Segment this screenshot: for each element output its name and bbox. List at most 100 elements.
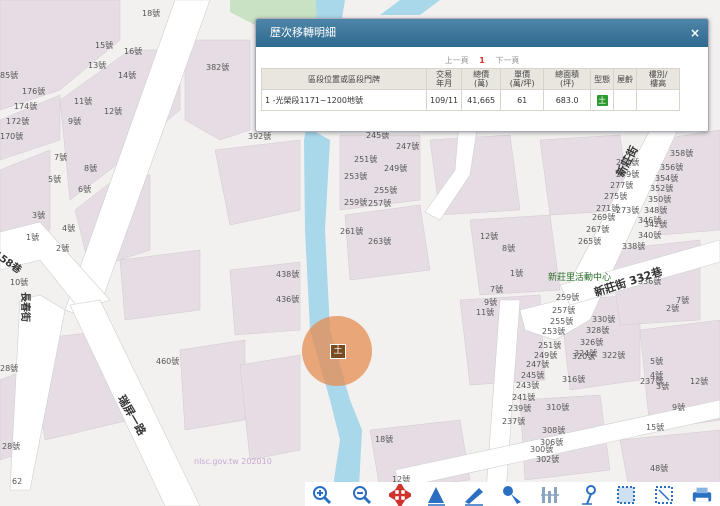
prev-page-link[interactable]: 上一頁 <box>445 56 469 65</box>
address-label: 15號 <box>646 423 665 432</box>
address-label: 436號 <box>276 295 300 304</box>
address-label: 239號 <box>508 404 532 413</box>
address-label: 460號 <box>156 357 180 366</box>
address-label: 358號 <box>670 149 694 158</box>
street-view-icon[interactable] <box>539 484 561 506</box>
address-label: 259號 <box>344 198 368 207</box>
land-transaction-marker-icon[interactable]: 土 <box>330 344 346 359</box>
map-watermark: nlsc.gov.tw 202010 <box>194 457 272 466</box>
address-label: 4號 <box>62 224 76 233</box>
table-header-row: 區段位置或區段門牌 交易 年月 總價 (萬) 單價 (萬/坪) 總面積 (坪) … <box>261 68 681 90</box>
address-label: 281號 <box>616 158 640 167</box>
address-label: 253號 <box>542 327 566 336</box>
col-date: 交易 年月 <box>425 68 463 90</box>
address-label: 241號 <box>512 393 536 402</box>
address-label: 308號 <box>542 426 566 435</box>
address-label: 316號 <box>562 375 586 384</box>
address-label: 18號 <box>142 9 161 18</box>
measure-area-icon[interactable] <box>425 484 447 506</box>
address-label: 174號 <box>14 102 38 111</box>
address-label: 237號 <box>640 377 664 386</box>
address-label: 302號 <box>536 455 560 464</box>
cell-total-price: 41,665 <box>461 89 502 111</box>
address-label: 6號 <box>78 185 92 194</box>
address-label: 243號 <box>516 381 540 390</box>
address-label: 249號 <box>534 351 558 360</box>
cell-type: 土 <box>590 89 615 111</box>
address-label: 257號 <box>552 306 576 315</box>
address-label: 176號 <box>22 87 46 96</box>
address-label: 300號 <box>530 445 554 454</box>
address-label: 253號 <box>344 172 368 181</box>
close-icon[interactable]: × <box>690 19 700 47</box>
popup-header: 歷次移轉明細 × <box>256 19 708 47</box>
address-label: 237號 <box>502 417 526 426</box>
address-label: 326號 <box>580 338 604 347</box>
cell-date: 109/11 <box>425 89 463 111</box>
identify-icon[interactable] <box>501 484 523 506</box>
address-label: 265號 <box>578 237 602 246</box>
address-label: 8號 <box>84 164 98 173</box>
address-label: 261號 <box>340 227 364 236</box>
address-label: 7號 <box>54 153 68 162</box>
road-label-changchun-st: 長春街 <box>19 292 30 322</box>
poi-label-community-center: 新莊里活動中心 <box>548 273 612 283</box>
pager: 上一頁 1 下一頁 <box>256 55 708 67</box>
address-label: 259號 <box>556 293 580 302</box>
select-box-icon[interactable] <box>615 484 637 506</box>
address-label: 18號 <box>375 435 394 444</box>
address-label: 267號 <box>586 225 610 234</box>
address-label: 348號 <box>644 206 668 215</box>
address-label: 392號 <box>248 132 272 141</box>
address-label: 342號 <box>644 220 668 229</box>
address-label: 11號 <box>74 97 93 106</box>
pan-icon[interactable] <box>389 484 411 506</box>
address-label: 85號 <box>0 71 19 80</box>
address-label: 12號 <box>104 107 123 116</box>
address-label: 338號 <box>622 242 646 251</box>
address-label: 9號 <box>484 298 498 307</box>
address-label: 277號 <box>610 181 634 190</box>
print-icon[interactable] <box>691 484 713 506</box>
col-unit-price: 單價 (萬/坪) <box>500 68 545 90</box>
map-toolbar <box>305 482 720 506</box>
address-label: 255號 <box>374 186 398 195</box>
transaction-table: 區段位置或區段門牌 交易 年月 總價 (萬) 單價 (萬/坪) 總面積 (坪) … <box>261 68 681 111</box>
locate-icon[interactable] <box>579 484 601 506</box>
address-label: 5號 <box>650 357 664 366</box>
zoom-out-icon[interactable] <box>351 484 373 506</box>
address-label: 251號 <box>538 341 562 350</box>
next-page-link[interactable]: 下一頁 <box>495 56 519 65</box>
address-label: 310號 <box>546 403 570 412</box>
measure-distance-icon[interactable] <box>463 484 485 506</box>
address-label: 2號 <box>666 304 680 313</box>
clear-selection-icon[interactable] <box>653 484 675 506</box>
address-label: 354號 <box>655 174 679 183</box>
address-label: 1號 <box>510 269 524 278</box>
col-type: 型態 <box>590 68 615 90</box>
address-label: 255號 <box>550 317 574 326</box>
address-label: 48號 <box>650 464 669 473</box>
address-label: 10號 <box>10 278 29 287</box>
popup-title: 歷次移轉明細 <box>270 26 336 39</box>
address-label: 5號 <box>48 175 62 184</box>
address-label: 8號 <box>502 244 516 253</box>
address-label: 320號 <box>572 352 596 361</box>
address-label: 340號 <box>638 231 662 240</box>
cell-unit-price: 61 <box>500 89 545 111</box>
address-label: 11號 <box>476 308 495 317</box>
zoom-in-icon[interactable] <box>311 484 333 506</box>
table-row[interactable]: 1 -光榮段1171~1200地號 109/11 41,665 61 683.0… <box>261 89 681 111</box>
address-label: 172號 <box>6 117 30 126</box>
address-label: 330號 <box>592 315 616 324</box>
address-label: 356號 <box>660 163 684 172</box>
address-label: 438號 <box>276 270 300 279</box>
address-label: 245號 <box>521 371 545 380</box>
address-label: 263號 <box>368 237 392 246</box>
address-label: 269號 <box>592 213 616 222</box>
col-floor: 樓別/ 樓高 <box>636 68 681 90</box>
current-page: 1 <box>479 56 485 65</box>
address-label: 12號 <box>480 232 499 241</box>
cell-location: 1 -光榮段1171~1200地號 <box>261 89 427 111</box>
address-label: 62 <box>12 477 23 486</box>
